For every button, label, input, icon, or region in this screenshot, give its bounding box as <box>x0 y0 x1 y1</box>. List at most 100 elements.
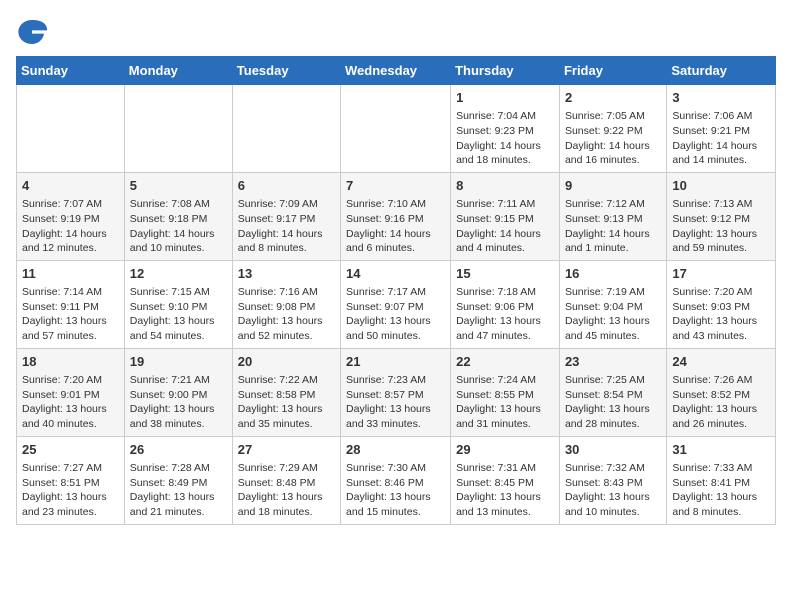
day-info: Sunrise: 7:16 AM Sunset: 9:08 PM Dayligh… <box>238 285 335 344</box>
calendar-week-row: 1 Sunrise: 7:04 AM Sunset: 9:23 PM Daylig… <box>17 85 776 173</box>
day-number: 20 <box>238 353 335 371</box>
day-info: Sunrise: 7:24 AM Sunset: 8:55 PM Dayligh… <box>456 373 554 432</box>
calendar-weekday-thursday: Thursday <box>451 57 560 85</box>
calendar-day-cell <box>232 85 340 173</box>
day-info: Sunrise: 7:10 AM Sunset: 9:16 PM Dayligh… <box>346 197 445 256</box>
day-info: Sunrise: 7:15 AM Sunset: 9:10 PM Dayligh… <box>130 285 227 344</box>
calendar-day-cell: 10 Sunrise: 7:13 AM Sunset: 9:12 PM Dayli… <box>667 172 776 260</box>
day-number: 13 <box>238 265 335 283</box>
day-number: 6 <box>238 177 335 195</box>
day-info: Sunrise: 7:20 AM Sunset: 9:03 PM Dayligh… <box>672 285 770 344</box>
day-number: 16 <box>565 265 661 283</box>
calendar-day-cell: 23Sunrise: 7:25 AM Sunset: 8:54 PM Dayli… <box>559 348 666 436</box>
calendar-weekday-tuesday: Tuesday <box>232 57 340 85</box>
day-info: Sunrise: 7:08 AM Sunset: 9:18 PM Dayligh… <box>130 197 227 256</box>
calendar-day-cell: 27 Sunrise: 7:29 AM Sunset: 8:48 PM Dayli… <box>232 436 340 524</box>
day-number: 1 <box>456 89 554 107</box>
day-number: 23 <box>565 353 661 371</box>
calendar-table: SundayMondayTuesdayWednesdayThursdayFrid… <box>16 56 776 525</box>
day-number: 18 <box>22 353 119 371</box>
calendar-day-cell: 29 Sunrise: 7:31 AM Sunset: 8:45 PM Dayli… <box>451 436 560 524</box>
calendar-day-cell: 16 Sunrise: 7:19 AM Sunset: 9:04 PM Dayli… <box>559 260 666 348</box>
day-number: 10 <box>672 177 770 195</box>
calendar-day-cell: 25 Sunrise: 7:27 AM Sunset: 8:51 PM Dayli… <box>17 436 125 524</box>
day-number: 14 <box>346 265 445 283</box>
day-number: 3 <box>672 89 770 107</box>
calendar-day-cell: 21 Sunrise: 7:23 AM Sunset: 8:57 PM Dayli… <box>341 348 451 436</box>
calendar-day-cell <box>341 85 451 173</box>
calendar-header-row: SundayMondayTuesdayWednesdayThursdayFrid… <box>17 57 776 85</box>
day-info: Sunrise: 7:13 AM Sunset: 9:12 PM Dayligh… <box>672 197 770 256</box>
day-info: Sunrise: 7:04 AM Sunset: 9:23 PM Dayligh… <box>456 109 554 168</box>
day-number: 26 <box>130 441 227 459</box>
calendar-day-cell: 1 Sunrise: 7:04 AM Sunset: 9:23 PM Daylig… <box>451 85 560 173</box>
day-info: Sunrise: 7:05 AM Sunset: 9:22 PM Dayligh… <box>565 109 661 168</box>
calendar-day-cell: 9Sunrise: 7:12 AM Sunset: 9:13 PM Daylig… <box>559 172 666 260</box>
day-info: Sunrise: 7:27 AM Sunset: 8:51 PM Dayligh… <box>22 461 119 520</box>
calendar-week-row: 18 Sunrise: 7:20 AM Sunset: 9:01 PM Dayli… <box>17 348 776 436</box>
day-number: 21 <box>346 353 445 371</box>
day-number: 8 <box>456 177 554 195</box>
calendar-weekday-monday: Monday <box>124 57 232 85</box>
calendar-day-cell: 14 Sunrise: 7:17 AM Sunset: 9:07 PM Dayli… <box>341 260 451 348</box>
calendar-day-cell <box>17 85 125 173</box>
calendar-day-cell <box>124 85 232 173</box>
calendar-day-cell: 13 Sunrise: 7:16 AM Sunset: 9:08 PM Dayli… <box>232 260 340 348</box>
day-number: 31 <box>672 441 770 459</box>
day-info: Sunrise: 7:31 AM Sunset: 8:45 PM Dayligh… <box>456 461 554 520</box>
day-info: Sunrise: 7:26 AM Sunset: 8:52 PM Dayligh… <box>672 373 770 432</box>
calendar-day-cell: 17Sunrise: 7:20 AM Sunset: 9:03 PM Dayli… <box>667 260 776 348</box>
day-info: Sunrise: 7:09 AM Sunset: 9:17 PM Dayligh… <box>238 197 335 256</box>
calendar-day-cell: 8 Sunrise: 7:11 AM Sunset: 9:15 PM Daylig… <box>451 172 560 260</box>
day-info: Sunrise: 7:22 AM Sunset: 8:58 PM Dayligh… <box>238 373 335 432</box>
day-info: Sunrise: 7:20 AM Sunset: 9:01 PM Dayligh… <box>22 373 119 432</box>
day-number: 11 <box>22 265 119 283</box>
day-info: Sunrise: 7:11 AM Sunset: 9:15 PM Dayligh… <box>456 197 554 256</box>
day-number: 30 <box>565 441 661 459</box>
day-info: Sunrise: 7:29 AM Sunset: 8:48 PM Dayligh… <box>238 461 335 520</box>
day-number: 28 <box>346 441 445 459</box>
day-info: Sunrise: 7:33 AM Sunset: 8:41 PM Dayligh… <box>672 461 770 520</box>
day-number: 5 <box>130 177 227 195</box>
day-info: Sunrise: 7:21 AM Sunset: 9:00 PM Dayligh… <box>130 373 227 432</box>
day-info: Sunrise: 7:30 AM Sunset: 8:46 PM Dayligh… <box>346 461 445 520</box>
calendar-day-cell: 6 Sunrise: 7:09 AM Sunset: 9:17 PM Daylig… <box>232 172 340 260</box>
day-info: Sunrise: 7:32 AM Sunset: 8:43 PM Dayligh… <box>565 461 661 520</box>
day-number: 12 <box>130 265 227 283</box>
calendar-week-row: 25 Sunrise: 7:27 AM Sunset: 8:51 PM Dayli… <box>17 436 776 524</box>
day-number: 22 <box>456 353 554 371</box>
calendar-week-row: 4Sunrise: 7:07 AM Sunset: 9:19 PM Daylig… <box>17 172 776 260</box>
day-info: Sunrise: 7:19 AM Sunset: 9:04 PM Dayligh… <box>565 285 661 344</box>
calendar-weekday-saturday: Saturday <box>667 57 776 85</box>
calendar-weekday-sunday: Sunday <box>17 57 125 85</box>
day-info: Sunrise: 7:14 AM Sunset: 9:11 PM Dayligh… <box>22 285 119 344</box>
day-number: 24 <box>672 353 770 371</box>
day-info: Sunrise: 7:17 AM Sunset: 9:07 PM Dayligh… <box>346 285 445 344</box>
day-number: 2 <box>565 89 661 107</box>
day-info: Sunrise: 7:28 AM Sunset: 8:49 PM Dayligh… <box>130 461 227 520</box>
day-info: Sunrise: 7:23 AM Sunset: 8:57 PM Dayligh… <box>346 373 445 432</box>
day-number: 15 <box>456 265 554 283</box>
calendar-day-cell: 7 Sunrise: 7:10 AM Sunset: 9:16 PM Daylig… <box>341 172 451 260</box>
day-number: 7 <box>346 177 445 195</box>
day-info: Sunrise: 7:18 AM Sunset: 9:06 PM Dayligh… <box>456 285 554 344</box>
calendar-day-cell: 24 Sunrise: 7:26 AM Sunset: 8:52 PM Dayli… <box>667 348 776 436</box>
calendar-day-cell: 20 Sunrise: 7:22 AM Sunset: 8:58 PM Dayli… <box>232 348 340 436</box>
calendar-weekday-wednesday: Wednesday <box>341 57 451 85</box>
logo-icon <box>16 16 48 48</box>
calendar-day-cell: 28 Sunrise: 7:30 AM Sunset: 8:46 PM Dayli… <box>341 436 451 524</box>
calendar-day-cell: 5 Sunrise: 7:08 AM Sunset: 9:18 PM Daylig… <box>124 172 232 260</box>
calendar-day-cell: 15 Sunrise: 7:18 AM Sunset: 9:06 PM Dayli… <box>451 260 560 348</box>
calendar-day-cell: 26 Sunrise: 7:28 AM Sunset: 8:49 PM Dayli… <box>124 436 232 524</box>
day-info: Sunrise: 7:06 AM Sunset: 9:21 PM Dayligh… <box>672 109 770 168</box>
calendar-day-cell: 4Sunrise: 7:07 AM Sunset: 9:19 PM Daylig… <box>17 172 125 260</box>
day-number: 29 <box>456 441 554 459</box>
calendar-day-cell: 31 Sunrise: 7:33 AM Sunset: 8:41 PM Dayli… <box>667 436 776 524</box>
day-number: 27 <box>238 441 335 459</box>
page-header <box>16 16 776 48</box>
calendar-week-row: 11 Sunrise: 7:14 AM Sunset: 9:11 PM Dayli… <box>17 260 776 348</box>
calendar-day-cell: 3 Sunrise: 7:06 AM Sunset: 9:21 PM Daylig… <box>667 85 776 173</box>
day-number: 25 <box>22 441 119 459</box>
day-number: 4 <box>22 177 119 195</box>
calendar-day-cell: 11 Sunrise: 7:14 AM Sunset: 9:11 PM Dayli… <box>17 260 125 348</box>
